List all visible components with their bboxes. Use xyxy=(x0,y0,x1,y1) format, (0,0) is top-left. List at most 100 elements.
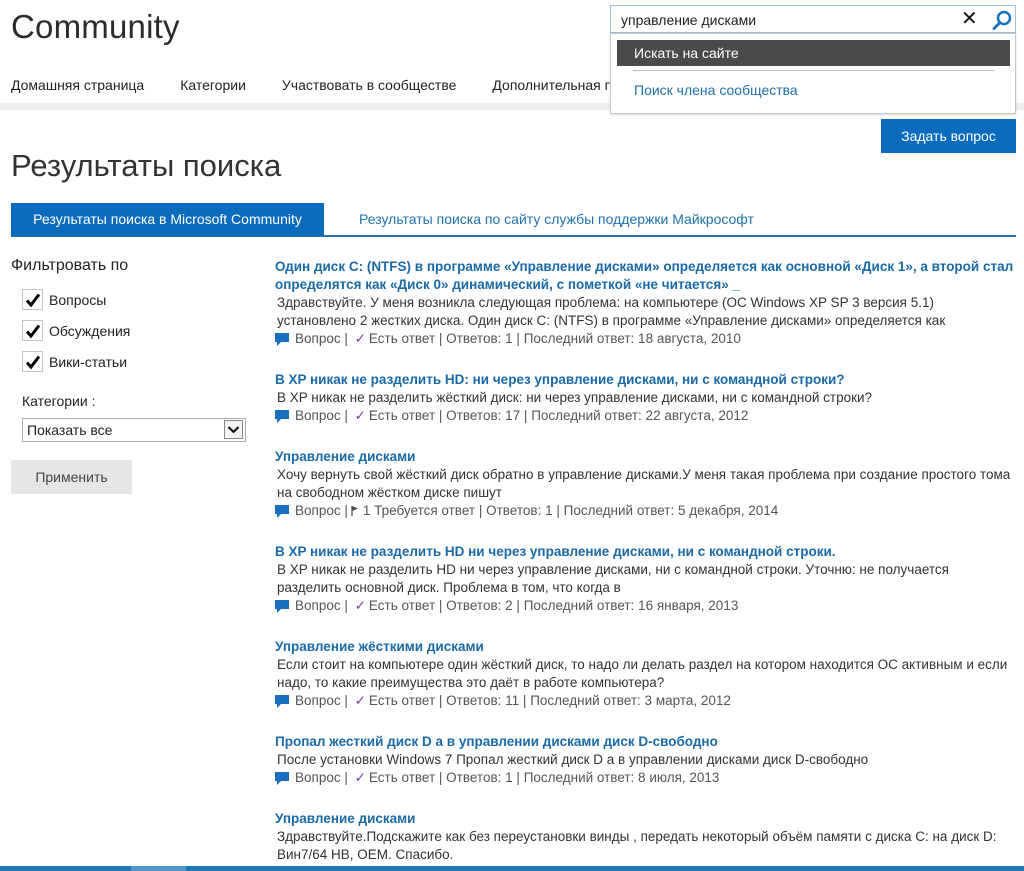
question-bubble-icon xyxy=(275,771,289,785)
checkmark-icon xyxy=(25,355,41,370)
result-item: Управление дисками Здравствуйте.Подскажи… xyxy=(275,810,1015,864)
filter-wiki-checkbox[interactable]: Вики-статьи xyxy=(22,351,127,372)
categories-selected-value: Показать все xyxy=(27,422,113,438)
result-last-reply: Последний ответ: 3 марта, 2012 xyxy=(530,693,731,708)
question-bubble-icon xyxy=(275,332,289,346)
result-item: Пропал жесткий диск D а в управлении дис… xyxy=(275,733,1015,787)
taskbar xyxy=(0,866,1024,871)
checkmark-icon xyxy=(25,324,41,339)
search-suggestions: Искать на сайте Поиск члена сообщества xyxy=(610,33,1016,114)
result-item: Один диск С: (NTFS) в программе «Управле… xyxy=(275,258,1015,348)
result-title[interactable]: В XP никак не разделить HD ни через упра… xyxy=(275,543,1015,561)
result-replies: Ответов: 11 xyxy=(446,693,520,708)
result-meta: Вопрос | ✓ Есть ответ | Ответов: 1 | Пос… xyxy=(275,769,1015,787)
checkbox-label: Обсуждения xyxy=(49,322,131,339)
nav-item-participate[interactable]: Участвовать в сообществе xyxy=(282,77,457,93)
result-title[interactable]: В XP никак не разделить HD: ни через упр… xyxy=(275,371,1015,389)
question-bubble-icon xyxy=(275,599,289,613)
result-meta: Вопрос | ✓ Есть ответ | Ответов: 2 | Пос… xyxy=(275,597,1015,615)
question-bubble-icon xyxy=(275,409,289,423)
checkbox[interactable] xyxy=(22,351,43,372)
search-site-option[interactable]: Искать на сайте xyxy=(617,40,1010,66)
checkbox[interactable] xyxy=(22,320,43,341)
checkbox-label: Вики-статьи xyxy=(49,353,128,370)
result-title[interactable]: Управление жёсткими дисками xyxy=(275,638,1015,656)
result-item: В XP никак не разделить HD: ни через упр… xyxy=(275,371,1015,425)
result-replies: Ответов: 2 xyxy=(446,598,513,613)
ask-question-button[interactable]: Задать вопрос xyxy=(881,119,1016,153)
result-last-reply: Последний ответ: 22 августа, 2012 xyxy=(531,408,749,423)
result-last-reply: Последний ответ: 8 июля, 2013 xyxy=(523,770,720,785)
question-bubble-icon xyxy=(275,694,289,708)
result-meta: Вопрос | 1 Требуется ответ | Ответов: 1 … xyxy=(275,502,1015,520)
results-tabs: Результаты поиска в Microsoft Community … xyxy=(11,203,1016,237)
check-icon: ✓ xyxy=(354,598,366,613)
result-snippet: После установки Windows 7 Пропал жесткий… xyxy=(277,752,869,767)
result-status: Есть ответ xyxy=(368,770,436,785)
close-icon[interactable]: ✕ xyxy=(961,8,978,30)
result-item: Управление жёсткими дисками Если стоит н… xyxy=(275,638,1015,710)
result-meta: Вопрос | ✓ Есть ответ | Ответов: 1 | Пос… xyxy=(275,330,1015,348)
checkbox[interactable] xyxy=(22,289,43,310)
result-replies: Ответов: 1 xyxy=(486,503,553,518)
check-icon: ✓ xyxy=(354,770,366,785)
result-type: Вопрос xyxy=(295,331,341,346)
dropdown-divider xyxy=(633,70,994,71)
magnifier-icon[interactable] xyxy=(991,9,1013,31)
result-type: Вопрос xyxy=(295,503,341,518)
result-snippet: Здравствуйте. У меня возникла следующая … xyxy=(277,295,946,328)
nav-item-more[interactable]: Дополнительная по xyxy=(492,77,620,93)
tab-support-results[interactable]: Результаты поиска по сайту службы поддер… xyxy=(359,203,754,236)
result-status: 1 Требуется ответ xyxy=(362,503,476,518)
result-status: Есть ответ xyxy=(368,693,436,708)
filter-discussions-checkbox[interactable]: Обсуждения xyxy=(22,320,130,341)
result-snippet: В XP никак не разделить жёсткий диск: ни… xyxy=(277,390,873,405)
question-bubble-icon xyxy=(275,504,289,518)
result-snippet: Здравствуйте.Подскажите как без переуста… xyxy=(277,829,997,862)
result-item: Управление дисками Хочу вернуть свой жёс… xyxy=(275,448,1015,520)
check-icon: ✓ xyxy=(354,331,366,346)
result-item: В XP никак не разделить HD ни через упра… xyxy=(275,543,1015,615)
search-box: ✕ xyxy=(610,5,1016,33)
apply-button[interactable]: Применить xyxy=(11,460,132,494)
tab-community-results[interactable]: Результаты поиска в Microsoft Community xyxy=(11,203,324,236)
result-last-reply: Последний ответ: 18 августа, 2010 xyxy=(523,331,741,346)
result-meta: Вопрос | ✓ Есть ответ | Ответов: 17 | По… xyxy=(275,407,1015,425)
result-title[interactable]: Один диск С: (NTFS) в программе «Управле… xyxy=(275,258,1015,294)
check-icon: ✓ xyxy=(354,408,366,423)
check-icon: ✓ xyxy=(354,693,366,708)
site-brand[interactable]: Community xyxy=(11,8,180,46)
page-title: Результаты поиска xyxy=(11,148,282,183)
result-snippet: Если стоит на компьютере один жёсткий ди… xyxy=(277,657,1008,690)
filter-questions-checkbox[interactable]: Вопросы xyxy=(22,289,106,310)
result-status: Есть ответ xyxy=(368,598,436,613)
result-title[interactable]: Управление дисками xyxy=(275,810,1015,828)
result-title[interactable]: Управление дисками xyxy=(275,448,1015,466)
result-last-reply: Последний ответ: 5 декабря, 2014 xyxy=(563,503,779,518)
checkbox-label: Вопросы xyxy=(49,291,107,308)
result-status: Есть ответ xyxy=(368,331,436,346)
result-type: Вопрос xyxy=(295,408,341,423)
result-replies: Ответов: 1 xyxy=(446,770,513,785)
result-snippet: В XP никак не разделить HD ни через упра… xyxy=(277,562,949,595)
result-meta: Вопрос | ✓ Есть ответ | Ответов: 11 | По… xyxy=(275,692,1015,710)
result-replies: Ответов: 17 xyxy=(446,408,521,423)
search-member-option[interactable]: Поиск члена сообщества xyxy=(634,82,798,98)
result-last-reply: Последний ответ: 16 января, 2013 xyxy=(523,598,739,613)
nav-item-categories[interactable]: Категории xyxy=(180,77,246,93)
filter-title: Фильтровать по xyxy=(11,257,129,274)
search-input[interactable] xyxy=(621,10,951,30)
chevron-down-icon[interactable] xyxy=(224,420,243,439)
result-type: Вопрос xyxy=(295,598,341,613)
main-nav: Домашняя страница Категории Участвовать … xyxy=(11,77,656,93)
categories-select[interactable]: Показать все xyxy=(22,418,246,442)
nav-item-home[interactable]: Домашняя страница xyxy=(11,77,144,93)
taskbar-item[interactable] xyxy=(131,866,186,871)
result-type: Вопрос xyxy=(295,770,341,785)
categories-label: Категории : xyxy=(22,393,96,409)
result-title[interactable]: Пропал жесткий диск D а в управлении дис… xyxy=(275,733,1015,751)
result-type: Вопрос xyxy=(295,693,341,708)
result-snippet: Хочу вернуть свой жёсткий диск обратно в… xyxy=(277,467,1011,500)
flag-icon xyxy=(351,506,358,516)
result-status: Есть ответ xyxy=(368,408,436,423)
